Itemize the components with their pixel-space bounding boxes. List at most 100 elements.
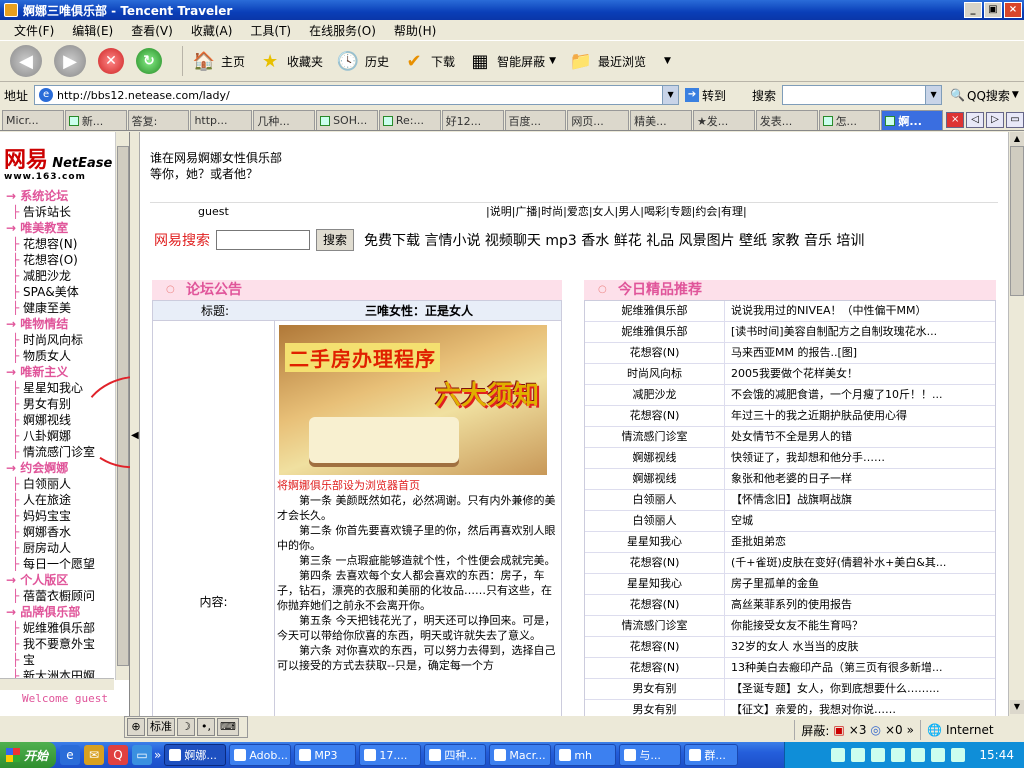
tab[interactable]: http...: [190, 110, 253, 130]
sidebar-category[interactable]: 唯物情结: [0, 316, 114, 332]
pick-forum-link[interactable]: 男女有别: [585, 679, 725, 699]
sidebar-item[interactable]: 健康至美: [0, 300, 114, 316]
tabs-left-button[interactable]: ◁: [966, 112, 985, 128]
tray-icon[interactable]: [831, 748, 846, 762]
collapse-arrow-icon[interactable]: ◀: [131, 430, 139, 441]
scroll-down-button[interactable]: ▼: [1010, 700, 1024, 714]
desktop-quicklaunch-icon[interactable]: ▭: [132, 745, 152, 765]
sidebar-item[interactable]: SPA&美体: [0, 284, 114, 300]
sidebar-item[interactable]: 新大洲本田婀: [0, 668, 114, 678]
menu-edit[interactable]: 编辑(E): [72, 22, 113, 39]
sidebar-item[interactable]: 婀娜香水: [0, 524, 114, 540]
half-width-button[interactable]: ☽: [177, 718, 195, 736]
taskbar-task[interactable]: mh: [554, 744, 617, 766]
back-button[interactable]: ◀: [10, 45, 42, 77]
sidebar-item[interactable]: 时尚风向标: [0, 332, 114, 348]
pick-forum-link[interactable]: 星星知我心: [585, 532, 725, 552]
sidebar-item[interactable]: 我不要意外宝: [0, 636, 114, 652]
sidebar-item[interactable]: 蓓蕾衣橱顾问: [0, 588, 114, 604]
tab-active[interactable]: 婀...: [881, 110, 944, 130]
minimize-button[interactable]: _: [964, 2, 982, 18]
menu-favorites[interactable]: 收藏(A): [191, 22, 233, 39]
pick-topic-link[interactable]: 13种美白去瘢印产品（第三页有很多新增...: [725, 658, 995, 678]
menu-file[interactable]: 文件(F): [14, 22, 54, 39]
tab[interactable]: Micr...: [2, 110, 64, 130]
chevron-down-icon[interactable]: ▼: [664, 56, 671, 66]
scroll-up-button[interactable]: ▲: [1010, 132, 1024, 146]
sidebar-item[interactable]: 人在旅途: [0, 492, 114, 508]
search-dropdown-button[interactable]: ▼: [925, 86, 942, 104]
taskbar-task[interactable]: 四种...: [424, 744, 487, 766]
menu-help[interactable]: 帮助(H): [394, 22, 436, 39]
tray-icon[interactable]: [871, 748, 886, 762]
close-tab-button[interactable]: ×: [946, 112, 965, 128]
pick-topic-link[interactable]: 房子里孤单的金鱼: [725, 574, 995, 594]
sidebar-splitter[interactable]: ◀: [130, 132, 140, 716]
tray-icon[interactable]: [931, 748, 946, 762]
menu-tools[interactable]: 工具(T): [250, 22, 291, 39]
sidebar-item[interactable]: 妈妈宝宝: [0, 508, 114, 524]
ime-mode-button[interactable]: 标准: [147, 718, 175, 736]
pick-forum-link[interactable]: 花想容(N): [585, 595, 725, 615]
pick-topic-link[interactable]: 象张和他老婆的日子一样: [725, 469, 995, 489]
address-dropdown-button[interactable]: ▼: [662, 86, 679, 104]
chevron-icon[interactable]: »: [154, 748, 161, 762]
pick-topic-link[interactable]: 高丝莱菲系列的使用报告: [725, 595, 995, 615]
quick-links[interactable]: 免费下载 言情小说 视频聊天 mp3 香水 鲜花 礼品 风景图片 壁纸 家教 音…: [364, 230, 864, 250]
sidebar-item[interactable]: 花想容(O): [0, 252, 114, 268]
pick-topic-link[interactable]: 歪批姐弟恋: [725, 532, 995, 552]
pick-forum-link[interactable]: 婀娜视线: [585, 469, 725, 489]
go-button[interactable]: ➔ 转到: [685, 87, 726, 104]
pick-forum-link[interactable]: 情流感门诊室: [585, 616, 725, 636]
home-button[interactable]: 🏠 主页: [191, 48, 245, 74]
sidebar-item[interactable]: 宝: [0, 652, 114, 668]
volume-icon[interactable]: [951, 748, 966, 762]
pick-topic-link[interactable]: 2005我要做个花样美女！: [725, 364, 995, 384]
ad-banner[interactable]: 二手房办理程序 六大须知: [279, 325, 547, 475]
pick-forum-link[interactable]: 花想容(N): [585, 637, 725, 657]
tab[interactable]: 答复:: [127, 110, 190, 130]
forward-circle-icon[interactable]: »: [907, 723, 914, 737]
pick-topic-link[interactable]: 【圣诞专题】女人，你到底想要什么……...: [725, 679, 995, 699]
pick-topic-link[interactable]: 不会饿的减肥食谱，一个月瘦了10斤！！...: [725, 385, 995, 405]
sidebar-category[interactable]: 品牌俱乐部: [0, 604, 114, 620]
tab[interactable]: 好12...: [441, 110, 504, 130]
start-button[interactable]: 开始: [0, 742, 56, 768]
tab[interactable]: 精美...: [630, 110, 692, 130]
refresh-button[interactable]: ↻: [136, 48, 162, 74]
sidebar-item[interactable]: 妮维雅俱乐部: [0, 620, 114, 636]
menu-view[interactable]: 查看(V): [131, 22, 173, 39]
tab[interactable]: 发表...: [755, 110, 818, 130]
pick-forum-link[interactable]: 婀娜视线: [585, 448, 725, 468]
pick-topic-link[interactable]: 说说我用过的NIVEA！（中性偏干MM）: [725, 301, 995, 321]
sidebar-item[interactable]: 厨房动人: [0, 540, 114, 556]
tray-icon[interactable]: [891, 748, 906, 762]
taskbar-task[interactable]: 群...: [684, 744, 739, 766]
pick-topic-link[interactable]: 你能接受女友不能生育吗？: [725, 616, 995, 636]
punctuation-button[interactable]: •,: [197, 718, 215, 736]
set-homepage-link[interactable]: 将婀娜俱乐部设为浏览器首页: [277, 477, 561, 493]
chevron-down-icon[interactable]: ▼: [549, 56, 556, 66]
sidebar-item[interactable]: 花想容(N): [0, 236, 114, 252]
site-search-input[interactable]: [216, 230, 310, 250]
outlook-quicklaunch-icon[interactable]: ✉: [84, 745, 104, 765]
favorites-button[interactable]: ★ 收藏夹: [257, 48, 323, 74]
pick-topic-link[interactable]: 【怀情念旧】战旗啊战旗: [725, 490, 995, 510]
qq-search-button[interactable]: 🔍 QQ搜索 ▼: [950, 87, 1019, 104]
pick-forum-link[interactable]: 白领丽人: [585, 490, 725, 510]
pick-forum-link[interactable]: 花想容(N): [585, 658, 725, 678]
pick-forum-link[interactable]: 花想容(N): [585, 406, 725, 426]
tabs-list-button[interactable]: ▭: [1006, 112, 1024, 128]
pick-forum-link[interactable]: 白领丽人: [585, 511, 725, 531]
address-input[interactable]: e http://bbs12.netease.com/lady/ ▼: [34, 85, 680, 105]
page-scrollbar[interactable]: ▲ ▼: [1008, 132, 1024, 716]
tabs-right-button[interactable]: ▷: [986, 112, 1004, 128]
pick-forum-link[interactable]: 情流感门诊室: [585, 427, 725, 447]
sidebar-item[interactable]: 每日一个愿望: [0, 556, 114, 572]
taskbar-task[interactable]: MP3: [294, 744, 357, 766]
pick-forum-link[interactable]: 妮维雅俱乐部: [585, 322, 725, 342]
tab[interactable]: Re:...: [378, 110, 441, 130]
sidebar-item[interactable]: 告诉站长: [0, 204, 114, 220]
download-button[interactable]: ✔ 下载: [401, 48, 456, 74]
pick-topic-link[interactable]: 32岁的女人 水当当的皮肤: [725, 637, 995, 657]
